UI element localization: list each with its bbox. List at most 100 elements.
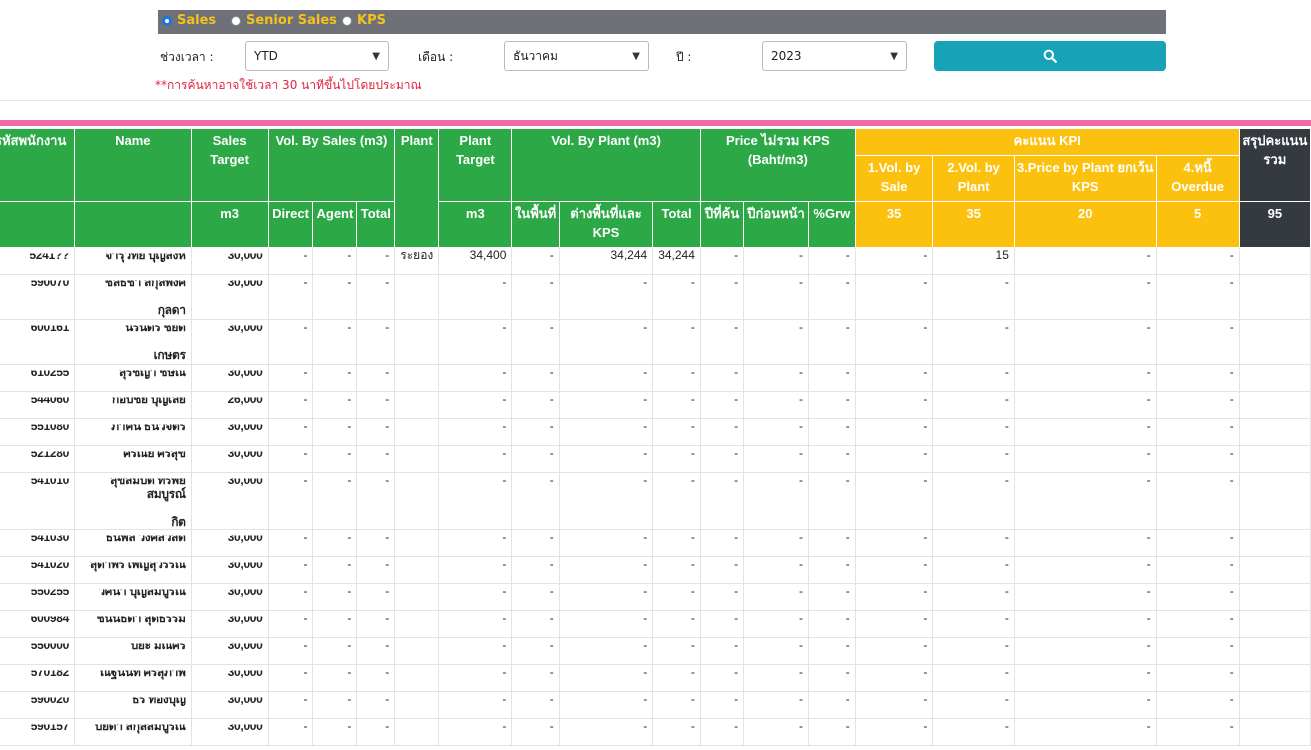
table-row[interactable]: 600984 ชนันธิดา สุดธรรม 30,000- - - - - - - - - - - -… [0, 610, 1311, 638]
prev-year-cell: - [743, 445, 809, 473]
summary-cell [1239, 274, 1311, 320]
radio-sales[interactable]: Sales [162, 13, 216, 28]
table-row[interactable]: 521280 ศรัณย์ ศรีสุข 30,000- - - - - - - - - - - - - - [0, 445, 1311, 473]
col-kpi-score[interactable]: คะแนน KPI [854, 128, 1240, 156]
out-area-cell: - [559, 664, 654, 692]
kpi1-cell: - [855, 556, 934, 584]
growth-cell: - [808, 691, 856, 719]
col-summary-score[interactable]: สรุปคะแนนรวม [1238, 128, 1311, 202]
this-year-cell: - [700, 472, 745, 530]
name-cell: ธนพล วงศ์สวัสดิ์ [74, 530, 192, 557]
table-row[interactable]: 590020 ธีร์ ทองบุญ 30,000- - - - - - - - - - - - - - [0, 691, 1311, 719]
report-type-radio-group: Sales Senior Sales KPS [158, 10, 1166, 34]
table-row[interactable]: 541020 สุดาพร เพ็ญสุวรรณ 30,000- - - - - - - - - - -… [0, 556, 1311, 584]
radio-kps[interactable]: KPS [342, 13, 386, 28]
table-row[interactable]: 570182 ณฐินันท์ ศรีสุภาพ 30,000- - - - - - - - - - -… [0, 664, 1311, 692]
kpi4-cell: - [1156, 610, 1240, 638]
direct-cell: - [268, 610, 314, 638]
summary-cell [1239, 418, 1311, 446]
plant-target-cell: - [438, 637, 513, 665]
table-row[interactable]: 541030 ธนพล วงศ์สวัสดิ์ 30,000- - - - - - - - - - - -… [0, 529, 1311, 557]
sales-target-cell: 30,000 [191, 670, 269, 692]
col-employee-id[interactable]: รหัสพนักงาน [0, 128, 75, 202]
name-line1: สุขสมบัติ ทรัพย์สมบูรณ์ [110, 473, 186, 502]
name-cell: ศรัณย์ ศรีสุข [74, 451, 192, 473]
direct-cell: - [268, 637, 314, 665]
out-area-cell: - [559, 274, 654, 320]
plant-total-cell: - [652, 319, 701, 365]
col-kpi-overdue[interactable]: 4.หนี้ Overdue [1155, 155, 1240, 202]
month-select[interactable]: ธันวาคม ▼ [504, 41, 649, 71]
plant-cell [394, 583, 440, 611]
prev-year-cell: - [743, 610, 809, 638]
employee-id-cell: 610255 [0, 370, 75, 392]
kpi-weight-1: 35 [854, 201, 934, 248]
col-kpi-vol-by-plant[interactable]: 2.Vol. by Plant [932, 155, 1015, 202]
table-row[interactable]: 610255 สุรัชญา ชิษณ์ 30,000- - - - - - - - - - - - - - [0, 364, 1311, 392]
name-line1: ธนพล วงศ์สวัสดิ์ [105, 530, 186, 545]
col-price[interactable]: Price ไม่รวม KPS (Baht/m3) [699, 128, 856, 202]
kpi4-cell: - [1156, 664, 1240, 692]
col-vol-by-sales[interactable]: Vol. By Sales (m3) [267, 128, 396, 202]
col-direct[interactable]: Direct [267, 201, 314, 248]
direct-cell: - [268, 418, 314, 446]
sales-target-cell: 30,000 [191, 253, 269, 275]
prev-year-cell: - [743, 391, 809, 419]
kpi2-cell: - [932, 391, 1015, 419]
out-area-cell: - [559, 445, 654, 473]
sales-target-cell: 30,000 [191, 325, 269, 365]
table-row[interactable]: 544060 กอบชัย บุญเลย 26,000- - - - - - - - - - - - - - [0, 391, 1311, 419]
prev-year-cell: - [743, 472, 809, 530]
prev-year-cell: - [743, 718, 809, 746]
col-name[interactable]: Name [73, 128, 192, 202]
kpi2-cell: - [932, 274, 1015, 320]
plant-total-cell: - [652, 691, 701, 719]
col-in-area[interactable]: ในพื้นที่ [511, 201, 560, 248]
table-row[interactable]: 5241?? จารุวิทย์ บุญสิงห์ 30,000- - - ระยอง 34… [0, 247, 1311, 275]
radio-unselected-icon [231, 15, 241, 26]
col-sales-total[interactable]: Total [356, 201, 396, 248]
accent-divider [0, 120, 1311, 126]
table-row[interactable]: 551080 ภาคิน ธนวิจิตร 30,000- - - - - - - - - - - - - - [0, 418, 1311, 446]
radio-senior-sales[interactable]: Senior Sales [231, 13, 337, 28]
col-kpi-price-by-plant[interactable]: 3.Price by Plant ยกเว้น KPS [1013, 155, 1157, 202]
prev-year-cell: - [743, 691, 809, 719]
period-select[interactable]: YTD ▼ [245, 41, 389, 71]
kpi2-cell: - [932, 418, 1015, 446]
table-row[interactable]: 590070 ชลธิชา สกุลพงศ์ กุลดา 30,000- - - - - - - -… [0, 274, 1311, 320]
kpi3-cell: - [1014, 691, 1157, 719]
col-this-year[interactable]: ปีที่ค้น [699, 201, 745, 248]
table-row[interactable]: 600161 นิรันดร์ ชัยดี เกษตร 30,000- - - - - - - - -… [0, 319, 1311, 365]
table-row[interactable]: 541010 สุขสมบัติ ทรัพย์สมบูรณ์ กิต 30,000- -… [0, 472, 1311, 530]
col-prev-year[interactable]: ปีก่อนหน้า [743, 201, 809, 248]
in-area-cell: - [511, 691, 560, 719]
search-button[interactable] [934, 41, 1166, 71]
col-plant-total[interactable]: Total [652, 201, 701, 248]
table-row[interactable]: 550255 วศินา บุญสมบูรณ์ 30,000- - - - - - - - - - - -… [0, 583, 1311, 611]
sales-target-cell: 30,000 [191, 451, 269, 473]
col-plant-target[interactable]: Plant Target [438, 128, 513, 202]
col-name-sub [73, 201, 192, 248]
kpi2-cell: - [932, 664, 1015, 692]
growth-cell: - [808, 364, 856, 392]
out-area-cell: - [559, 364, 654, 392]
summary-cell [1239, 319, 1311, 365]
plant-total-cell: - [652, 445, 701, 473]
col-kpi-vol-by-sale[interactable]: 1.Vol. by Sale [854, 155, 934, 202]
year-select[interactable]: 2023 ▼ [762, 41, 907, 71]
plant-total-cell: - [652, 364, 701, 392]
col-sales-target[interactable]: Sales Target [190, 128, 269, 202]
plant-total-cell: - [652, 418, 701, 446]
kpi2-cell: - [932, 583, 1015, 611]
col-vol-by-plant[interactable]: Vol. By Plant (m3) [511, 128, 701, 202]
col-out-area-kps[interactable]: ต่างพื้นที่และ KPS [558, 201, 654, 248]
table-row[interactable]: 550000 ปิยะ มณีศรี 30,000- - - - - - - - - - - - - - [0, 637, 1311, 665]
plant-target-cell: - [438, 391, 513, 419]
kpi4-cell: - [1156, 364, 1240, 392]
col-agent[interactable]: Agent [312, 201, 358, 248]
col-plant[interactable]: Plant [394, 128, 440, 248]
kpi3-cell: - [1014, 418, 1157, 446]
col-growth[interactable]: %Grw [807, 201, 856, 248]
table-row[interactable]: 590157 ปิยดา สกุลสมบูรณ์ 30,000- - - - - - - - - - -… [0, 718, 1311, 746]
plant-total-cell: - [652, 610, 701, 638]
